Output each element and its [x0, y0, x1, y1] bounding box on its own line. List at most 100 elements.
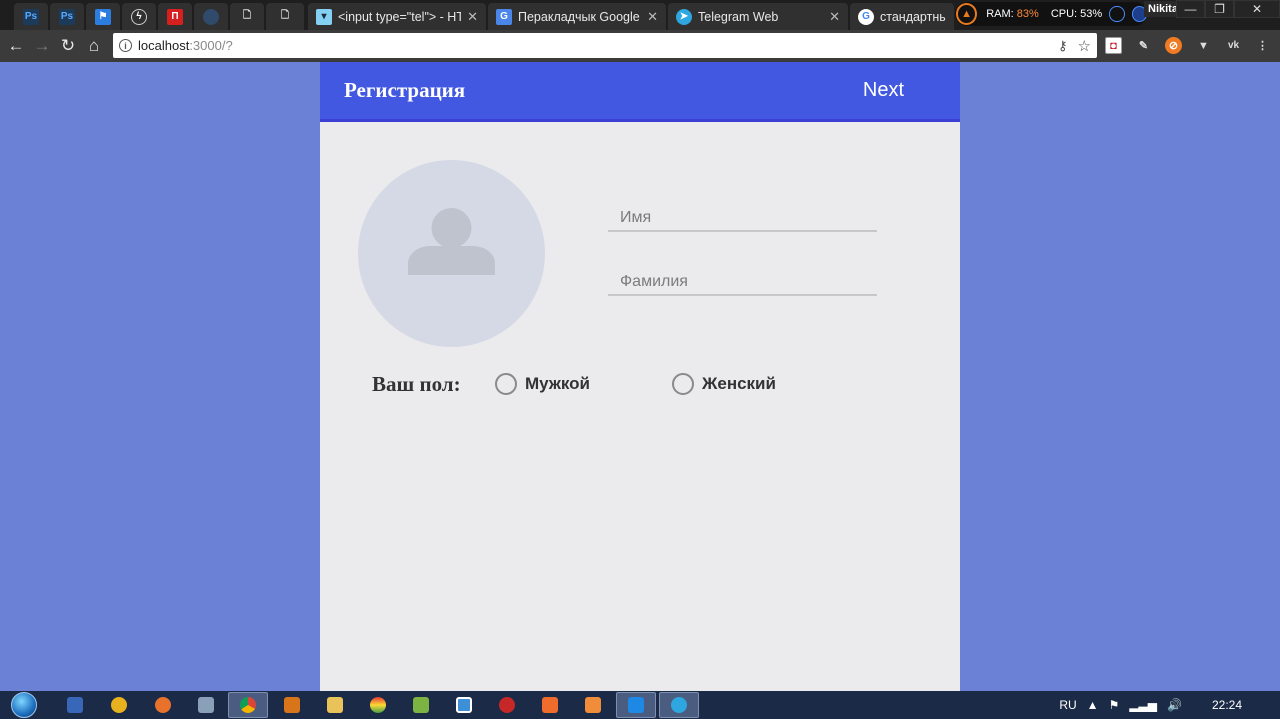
gender-radio-female[interactable]: Женский: [672, 373, 776, 395]
taskbar-app[interactable]: [530, 692, 570, 718]
flag-tray-icon[interactable]: ⚑: [1109, 698, 1120, 712]
taskbar-app-vscode[interactable]: [616, 692, 656, 718]
tab-label: Перакладчык Google: [518, 9, 640, 24]
taskbar-app[interactable]: [401, 692, 441, 718]
pinned-tab-3[interactable]: ⚑: [86, 3, 120, 30]
pocket-extension-icon[interactable]: ◘: [1105, 37, 1122, 54]
ram-value: 83%: [1016, 8, 1039, 20]
forward-icon[interactable]: →: [29, 33, 55, 59]
radio-circle[interactable]: [495, 373, 517, 395]
avast-icon: [111, 697, 127, 713]
taskbar-app[interactable]: [444, 692, 484, 718]
pinned-tab-7[interactable]: 🗋: [230, 3, 264, 30]
tab-label: <input type="tel"> - HTM: [338, 9, 462, 24]
avatar-placeholder[interactable]: [358, 160, 545, 347]
page-icon: 🗋: [280, 10, 290, 21]
language-indicator[interactable]: RU: [1059, 698, 1076, 712]
tab-telegram[interactable]: ➤ Telegram Web ✕: [668, 3, 848, 30]
info-icon[interactable]: i: [119, 39, 132, 52]
bookmark-star-icon[interactable]: ☆: [1078, 37, 1091, 55]
close-window-icon[interactable]: ✕: [1234, 0, 1280, 18]
red-square-icon: П: [167, 8, 183, 25]
user-icon: [408, 208, 495, 275]
gender-option-label: Мужкой: [525, 374, 590, 393]
taskbar-app[interactable]: [186, 692, 226, 718]
back-icon[interactable]: ←: [3, 33, 29, 59]
pinned-tab-4[interactable]: ϟ: [122, 3, 156, 30]
gauge-icon: ▲: [956, 3, 978, 25]
brush-extension-icon[interactable]: ▼: [1195, 37, 1212, 54]
telegram-icon: ➤: [676, 8, 692, 25]
close-icon[interactable]: ✕: [467, 9, 478, 25]
sublime-icon: [284, 697, 300, 713]
firefox-icon: [155, 697, 171, 713]
close-icon[interactable]: ✕: [829, 9, 840, 25]
first-name-field: [608, 194, 877, 232]
address-bar[interactable]: i localhost:3000/? ⚷ ☆: [113, 33, 1097, 58]
ps-icon: Ps: [59, 8, 75, 25]
last-name-input[interactable]: [608, 258, 877, 294]
browser-tab-strip: Ps Ps ⚑ ϟ П 🗋 🗋 ▾ <input type="tel"> - H…: [0, 0, 1280, 30]
telegram-icon: [671, 697, 687, 713]
blank-icon: [203, 8, 219, 25]
taskbar-app[interactable]: [573, 692, 613, 718]
pinned-tab-2[interactable]: Ps: [50, 3, 84, 30]
vscode-icon: [628, 697, 644, 713]
taskbar-app-chrome[interactable]: [228, 692, 268, 718]
key-icon[interactable]: ⚷: [1058, 38, 1068, 54]
first-name-input[interactable]: [608, 194, 877, 230]
taskbar-app[interactable]: [143, 692, 183, 718]
taskbar-app-telegram[interactable]: [659, 692, 699, 718]
speed-icon: [1109, 6, 1125, 22]
registration-card: Регистрация Next Ваш пол: Мужкой Женский: [320, 62, 960, 691]
taskbar-app[interactable]: [358, 692, 398, 718]
cpu-label: CPU:: [1050, 8, 1078, 20]
flag-icon: ⚑: [95, 8, 111, 25]
next-button[interactable]: Next: [863, 79, 904, 102]
network-icon[interactable]: ▂▃▅: [1129, 698, 1157, 712]
tab-google-search[interactable]: G стандартные ц: [850, 3, 954, 30]
taskbar-app[interactable]: [272, 692, 312, 718]
system-monitor-widget: ▲ RAM: 83% CPU: 53%: [955, 2, 1148, 26]
last-name-field: [608, 258, 877, 296]
cpu-value: 53%: [1080, 8, 1103, 20]
vk-extension-icon[interactable]: vk: [1225, 37, 1242, 54]
chrome-icon: [240, 697, 256, 713]
pinned-tab-8[interactable]: 🗋: [266, 3, 304, 30]
restore-icon[interactable]: ❐: [1205, 0, 1234, 18]
taskbar-app[interactable]: [487, 692, 527, 718]
window-icon: [456, 697, 472, 713]
orange-app-icon: [542, 697, 558, 713]
folder-icon: [327, 697, 343, 713]
red-circle-icon: [499, 697, 515, 713]
gender-radio-male[interactable]: Мужкой: [495, 373, 590, 395]
url-host: localhost: [138, 38, 190, 53]
home-icon[interactable]: ⌂: [81, 33, 107, 59]
url-path: :3000/?: [189, 38, 233, 53]
close-icon[interactable]: ✕: [647, 9, 658, 25]
pinned-tab-5[interactable]: П: [158, 3, 192, 30]
menu-icon[interactable]: ⋮: [1254, 37, 1271, 54]
radio-circle[interactable]: [672, 373, 694, 395]
minimize-icon[interactable]: —: [1176, 0, 1205, 18]
pinned-tab-1[interactable]: Ps: [14, 3, 48, 30]
android-icon: [413, 697, 429, 713]
tab-google-translate[interactable]: G Перакладчык Google ✕: [488, 3, 666, 30]
pinned-tab-6[interactable]: [194, 3, 228, 30]
clock-time[interactable]: 22:24: [1212, 698, 1242, 712]
orange-extension-icon[interactable]: ⊘: [1165, 37, 1182, 54]
pen-extension-icon[interactable]: ✎: [1135, 37, 1152, 54]
taskbar-app[interactable]: [55, 692, 95, 718]
taskbar-app[interactable]: [315, 692, 355, 718]
paint-icon: [198, 697, 214, 713]
start-button[interactable]: [6, 691, 42, 719]
tab-label: стандартные ц: [880, 9, 946, 24]
app-bar: Регистрация Next: [320, 62, 960, 122]
browser-toolbar: ← → ↻ ⌂ i localhost:3000/? ⚷ ☆ ◘ ✎ ⊘ ▼ v…: [0, 30, 1280, 62]
volume-icon[interactable]: 🔊: [1167, 698, 1182, 712]
taskbar-app[interactable]: [99, 692, 139, 718]
page-title: Регистрация: [344, 78, 466, 102]
tab-mdn[interactable]: ▾ <input type="tel"> - HTM ✕: [308, 3, 486, 30]
tray-arrow-icon[interactable]: ▲: [1087, 698, 1099, 712]
reload-icon[interactable]: ↻: [55, 33, 81, 59]
